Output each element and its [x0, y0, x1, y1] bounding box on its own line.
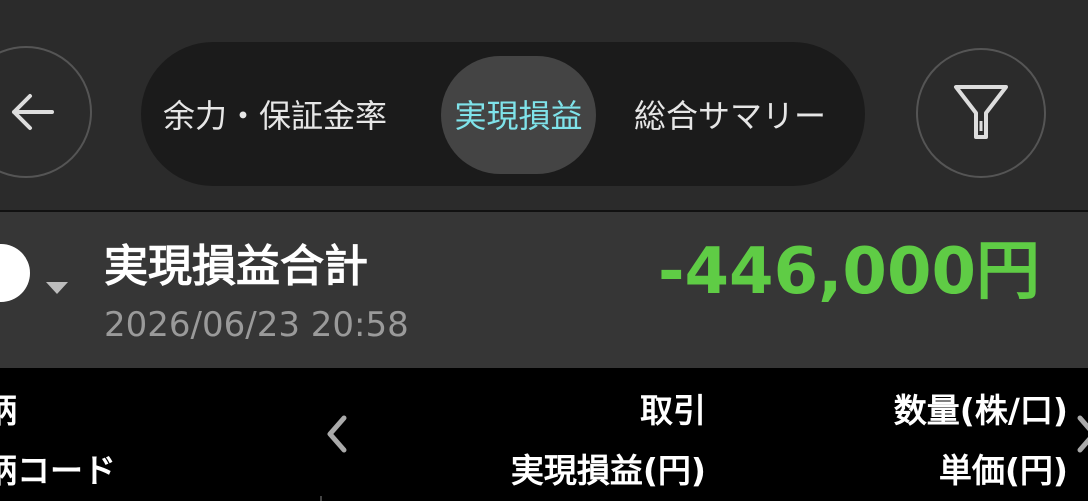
segmented-tabs: 余力・保証金率 実現損益 総合サマリー [141, 42, 865, 186]
chevron-right-icon [1077, 415, 1088, 453]
col-header-code: 柄コード [0, 451, 116, 490]
summary-timestamp: 2026/06/23 20:58 [104, 305, 409, 345]
col-header-trade: 取引 [640, 391, 706, 430]
column-separator [320, 496, 322, 501]
summary-amount: -446,000円 [657, 235, 1040, 309]
scroll-right-button[interactable] [1076, 412, 1088, 460]
tab-margin-ratio[interactable]: 余力・保証金率 [163, 42, 387, 186]
col-header-quantity: 数量(株/口) [893, 391, 1068, 430]
arrow-left-icon [12, 94, 54, 130]
scroll-left-button[interactable] [322, 412, 352, 460]
col-header-name: 柄 [0, 391, 17, 430]
col-header-realized-pnl: 実現損益(円) [510, 451, 706, 490]
tab-overall-summary[interactable]: 総合サマリー [634, 42, 826, 186]
col-header-unit-price: 単価(円) [938, 451, 1068, 490]
chevron-left-icon [327, 415, 347, 453]
filter-icon [954, 85, 1008, 139]
summary-title: 実現損益合計 [104, 241, 368, 292]
filter-button[interactable] [916, 48, 1046, 178]
tab-realized-pnl[interactable]: 実現損益 [441, 42, 596, 186]
account-dropdown-caret-icon[interactable] [46, 282, 68, 294]
